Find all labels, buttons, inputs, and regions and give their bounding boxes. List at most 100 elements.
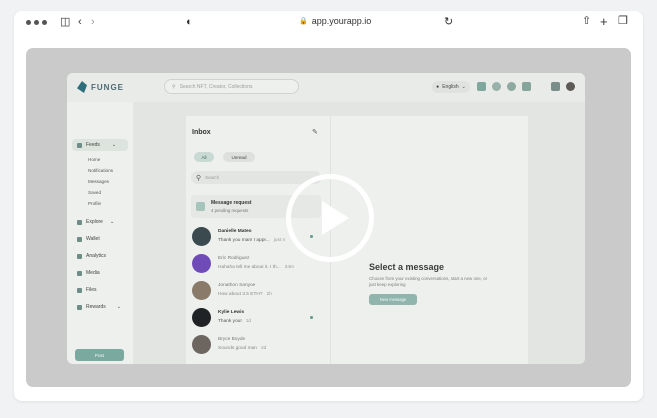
new-message-button[interactable]: New message xyxy=(369,294,417,305)
address-bar[interactable]: 🔒 app.yourapp.io xyxy=(299,16,371,26)
avatar xyxy=(192,281,211,300)
conversation-name: Danielle Mateo xyxy=(218,229,252,234)
filter-all-tab[interactable]: All xyxy=(194,152,214,162)
filter-unread-tab[interactable]: Unread xyxy=(223,152,255,162)
window-controls[interactable] xyxy=(26,20,47,25)
search-icon: ⚲ xyxy=(196,174,202,182)
sidebar-item-label: Files xyxy=(86,287,97,293)
sidebar-sub-notifications[interactable]: Notifications xyxy=(88,168,113,173)
sidebar-item-label: Media xyxy=(86,270,100,276)
sidebar-item-analytics[interactable]: Analytics xyxy=(77,253,106,259)
conversation-time: 34m xyxy=(284,265,295,270)
video-preview[interactable]: FUNGE ⚲ Search NFT, Creator, Collections… xyxy=(26,48,631,387)
language-select[interactable]: ● English ⌄ xyxy=(432,81,470,93)
back-icon[interactable]: ‹ xyxy=(78,17,82,28)
compose-icon[interactable]: ✎ xyxy=(312,128,318,136)
empty-state-subtitle: Choose from your existing conversations,… xyxy=(369,276,488,287)
tabs-icon[interactable]: ❐ xyxy=(618,16,628,27)
notification-icon[interactable] xyxy=(492,82,501,91)
conversation-message: How about 3.5 ETH? xyxy=(218,292,263,297)
brand-name: FUNGE xyxy=(91,82,124,92)
conversation-item[interactable]: Jonathon Sanyoe How about 3.5 ETH? 2h xyxy=(191,279,325,303)
shield-icon[interactable]: ◐ xyxy=(186,17,193,28)
sidebar-icon[interactable]: ◫ xyxy=(60,17,70,28)
conversation-time: just n xyxy=(273,238,286,243)
sidebar-sub-profile[interactable]: Profile xyxy=(88,201,101,206)
search-icon: ⚲ xyxy=(172,83,176,90)
play-button[interactable] xyxy=(286,174,374,262)
explore-icon xyxy=(77,219,82,225)
language-label: English xyxy=(442,84,459,90)
lock-icon: 🔒 xyxy=(299,18,308,25)
logo-icon xyxy=(77,81,87,93)
feeds-icon xyxy=(77,142,82,148)
media-icon xyxy=(77,270,82,276)
reload-icon[interactable]: ↻ xyxy=(444,17,453,28)
conversation-item[interactable]: Eric Rodriguez Hahaha tell me about it. … xyxy=(191,252,325,276)
sidebar-item-label: Analytics xyxy=(86,253,107,259)
sidebar-item-media[interactable]: Media xyxy=(77,270,100,276)
conversation-name: Kylie Lewis xyxy=(218,310,245,315)
chevron-down-icon: ⌄ xyxy=(109,219,115,225)
sidebar-sub-home[interactable]: Home xyxy=(88,157,100,162)
conversation-preview: Thank you man! I appr... just n xyxy=(218,238,285,243)
settings-icon[interactable] xyxy=(507,82,516,91)
sidebar-sub-saved[interactable]: Saved xyxy=(88,190,101,195)
conversation-time: 2h xyxy=(266,292,272,297)
sidebar-item-explore[interactable]: Explore ⌄ xyxy=(77,219,114,225)
sidebar-item-label: Rewards xyxy=(86,304,106,310)
rewards-icon xyxy=(77,304,82,310)
share-icon[interactable]: ⇧ xyxy=(582,16,591,27)
conversation-time: 1d xyxy=(245,319,252,324)
cart-icon[interactable] xyxy=(551,82,560,91)
chevron-down-icon: ⌄ xyxy=(461,84,466,90)
request-count: 4 pending requests xyxy=(211,208,249,213)
analytics-icon xyxy=(77,253,82,259)
conversation-message: Thank you man! I appr... xyxy=(218,238,270,243)
chevron-down-icon: ⌄ xyxy=(116,304,121,310)
conversation-item[interactable]: Kylie Lewis Thank you! 1d xyxy=(191,306,325,330)
sidebar: Feeds ⌄ Home Notifications Messages Save… xyxy=(67,102,133,364)
avatar xyxy=(192,227,211,246)
avatar xyxy=(192,308,211,327)
sidebar-item-feeds[interactable]: Feeds ⌄ xyxy=(77,142,116,148)
conversation-item[interactable]: Bryce Boyde Sounds good man 2d xyxy=(191,333,325,357)
sidebar-item-label: Explore xyxy=(86,219,103,225)
inbox-request-icon xyxy=(196,202,205,211)
search-placeholder: Search xyxy=(205,175,220,180)
files-icon xyxy=(77,287,82,293)
avatar[interactable] xyxy=(566,82,575,91)
inbox-title: Inbox xyxy=(192,129,211,136)
inbox-search-input[interactable]: ⚲ Search xyxy=(191,171,321,184)
conversation-preview: Sounds good man 2d xyxy=(218,346,266,351)
global-search-input[interactable]: ⚲ Search NFT, Creator, Collections xyxy=(164,79,299,94)
sidebar-item-wallet[interactable]: Wallet xyxy=(77,236,100,242)
post-button[interactable]: Post xyxy=(75,349,124,361)
conversation-message: Sounds good man xyxy=(218,346,257,351)
conversation-time: 2d xyxy=(260,346,267,351)
sidebar-sub-messages[interactable]: Messages xyxy=(88,179,109,184)
conversation-message: Hahaha tell me about it. I th... xyxy=(218,265,281,270)
conversation-name: Eric Rodriguez xyxy=(218,256,250,261)
unread-dot-icon xyxy=(310,316,313,319)
wallet-icon xyxy=(77,236,82,242)
sidebar-item-label: Wallet xyxy=(86,236,100,242)
conversation-message: Thank you! xyxy=(218,319,242,324)
avatar xyxy=(192,335,211,354)
sidebar-item-files[interactable]: Files xyxy=(77,287,97,293)
bookmark-icon[interactable] xyxy=(522,82,531,91)
conversation-preview: Hahaha tell me about it. I th... 34m xyxy=(218,265,294,270)
conversation-preview: How about 3.5 ETH? 2h xyxy=(218,292,272,297)
browser-window: ◫ ‹ › ◐ 🔒 app.yourapp.io ↻ ⇧ + ❐ FUNGE ⚲… xyxy=(14,11,643,401)
empty-state-title: Select a message xyxy=(369,262,445,272)
avatar xyxy=(192,254,211,273)
new-tab-icon[interactable]: + xyxy=(600,15,608,28)
conversation-name: Jonathon Sanyoe xyxy=(218,283,256,288)
sidebar-item-rewards[interactable]: Rewards ⌄ xyxy=(77,304,121,310)
forward-icon[interactable]: › xyxy=(91,17,95,28)
request-title: Message request xyxy=(211,200,252,206)
globe-icon: ● xyxy=(436,84,440,90)
brand-logo[interactable]: FUNGE xyxy=(77,81,124,93)
browser-toolbar: ◫ ‹ › ◐ 🔒 app.yourapp.io ↻ ⇧ + ❐ xyxy=(14,11,643,35)
wallet-icon[interactable] xyxy=(477,82,486,91)
